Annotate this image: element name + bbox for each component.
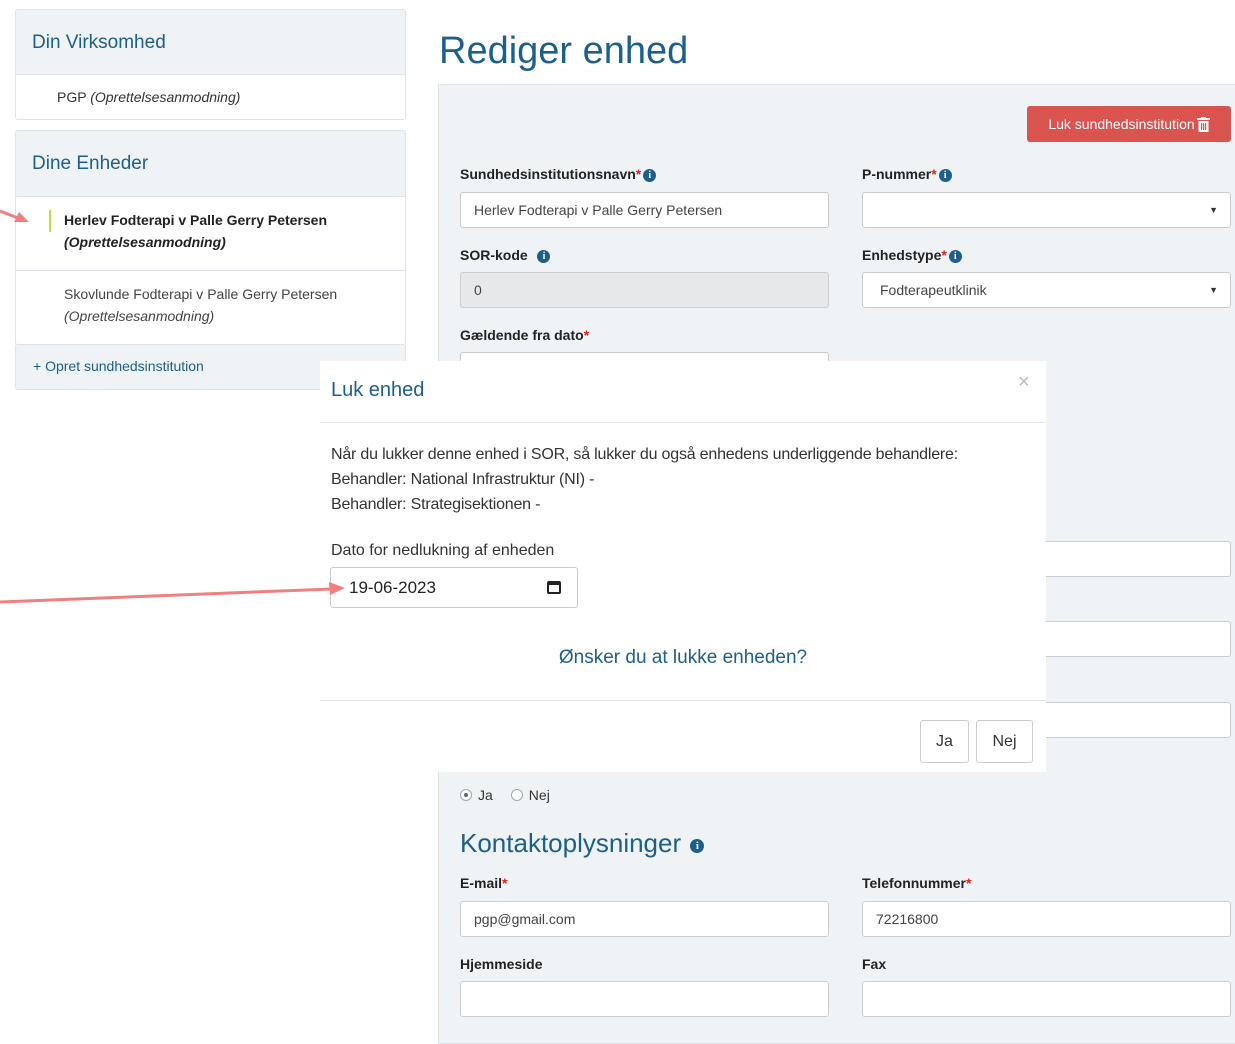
info-icon[interactable]: i — [537, 250, 551, 263]
close-date-label: Dato for nedlukning af enheden — [331, 542, 555, 559]
unit-item-name: Skovlunde Fodterapi v Palle Gerry Peters… — [64, 286, 338, 302]
institution-name-label-text: Sundhedsinstitutionsnavn — [460, 166, 636, 182]
modal-no-button[interactable]: Nej — [976, 720, 1033, 763]
radio-no-label: Nej — [528, 787, 550, 803]
modal-body-line: Behandler: National Infrastruktur (NI) - — [331, 471, 595, 488]
unit-item-status: (Oprettelsesanmodning) — [64, 308, 215, 324]
institution-name-value: Herlev Fodterapi v Palle Gerry Petersen — [474, 202, 723, 218]
caret-down-icon: ▼ — [1209, 205, 1218, 215]
institution-name-label: Sundhedsinstitutionsnavn* i — [460, 166, 657, 182]
valid-from-label-text: Gældende fra dato — [460, 327, 584, 343]
email-label: E-mail* — [460, 875, 507, 891]
email-label-text: E-mail — [460, 875, 503, 891]
calendar-icon[interactable] — [547, 581, 561, 594]
units-panel-heading: Dine Enheder — [16, 131, 405, 197]
close-institution-label: Luk sundhedsinstitution — [1048, 116, 1195, 132]
modal-body-line: Behandler: Strategisektionen - — [331, 496, 541, 513]
p-number-label: P-nummer* i — [862, 166, 952, 182]
close-date-input[interactable]: 19-06-2023 — [330, 567, 578, 608]
valid-from-label: Gældende fra dato* — [460, 327, 589, 343]
company-panel: Din Virksomhed PGP (Oprettelsesanmodning… — [15, 9, 406, 120]
email-input[interactable]: pgp@gmail.com — [460, 901, 829, 937]
modal-body-line: Når du lukker denne enhed i SOR, så lukk… — [331, 446, 959, 463]
website-input[interactable] — [460, 981, 829, 1017]
sor-code-label: SOR-kode i — [460, 247, 551, 263]
sor-code-label-text: SOR-kode — [460, 247, 528, 263]
active-marker — [49, 210, 51, 232]
required-asterisk: * — [965, 875, 972, 891]
required-asterisk: * — [583, 327, 590, 343]
arrow-annotation — [0, 582, 345, 604]
close-unit-modal: Luk enhed × Når du lukker denne enhed i … — [320, 361, 1046, 772]
close-date-value: 19-06-2023 — [349, 577, 436, 597]
yes-no-radio-group: Ja Nej — [460, 787, 550, 803]
email-value: pgp@gmail.com — [474, 911, 576, 927]
close-institution-button[interactable]: Luk sundhedsinstitution — [1027, 106, 1231, 142]
phone-label: Telefonnummer* — [862, 875, 971, 891]
page-title: Rediger enhed — [439, 30, 689, 72]
sor-code-value: 0 — [474, 282, 482, 298]
modal-yes-button[interactable]: Ja — [920, 720, 969, 763]
contact-title-text: Kontaktoplysninger — [460, 828, 682, 858]
info-icon[interactable]: i — [948, 250, 962, 263]
contact-section-title: Kontaktoplysninger i — [460, 828, 705, 859]
units-panel: Dine Enheder Herlev Fodterapi v Palle Ge… — [15, 130, 406, 345]
unit-type-label-text: Enhedstype — [862, 247, 942, 263]
institution-name-input[interactable]: Herlev Fodterapi v Palle Gerry Petersen — [460, 192, 829, 228]
modal-footer-divider — [320, 700, 1046, 701]
required-asterisk: * — [941, 247, 947, 263]
company-item-status: (Oprettelsesanmodning) — [90, 89, 241, 105]
sor-code-input: 0 — [460, 272, 829, 308]
p-number-label-text: P-nummer — [862, 166, 932, 182]
modal-body: Når du lukker denne enhed i SOR, så lukk… — [331, 442, 958, 517]
modal-header-divider — [320, 422, 1046, 423]
close-icon[interactable]: × — [1018, 371, 1030, 394]
radio-yes[interactable] — [460, 789, 472, 801]
company-item-name: PGP — [57, 89, 87, 105]
unit-type-select[interactable]: Fodterapeutklinik ▼ — [862, 272, 1231, 308]
unit-item-skovlunde[interactable]: Skovlunde Fodterapi v Palle Gerry Peters… — [16, 271, 405, 344]
unit-type-label: Enhedstype* i — [862, 247, 962, 263]
info-icon[interactable]: i — [690, 839, 705, 853]
radio-no[interactable] — [510, 789, 523, 801]
radio-yes-label: Ja — [478, 787, 493, 803]
phone-input[interactable]: 72216800 — [862, 901, 1231, 937]
caret-down-icon: ▼ — [1209, 285, 1218, 295]
required-asterisk: * — [635, 166, 642, 182]
unit-item-name: Herlev Fodterapi v Palle Gerry Petersen — [64, 212, 328, 228]
unit-item-herlev[interactable]: Herlev Fodterapi v Palle Gerry Petersen … — [16, 197, 405, 271]
phone-value: 72216800 — [876, 911, 939, 927]
required-asterisk: * — [931, 166, 937, 182]
info-icon[interactable]: i — [643, 169, 657, 182]
fax-label: Fax — [862, 956, 887, 972]
modal-title: Luk enhed — [331, 379, 425, 401]
company-panel-heading: Din Virksomhed — [16, 10, 405, 75]
phone-label-text: Telefonnummer — [862, 875, 966, 891]
website-label: Hjemmeside — [460, 956, 543, 972]
required-asterisk: * — [502, 875, 508, 891]
confirm-question: Ønsker du at lukke enheden? — [558, 647, 808, 668]
trash-icon — [1196, 116, 1210, 132]
fax-input[interactable] — [862, 981, 1231, 1017]
unit-type-value: Fodterapeutklinik — [880, 282, 987, 298]
p-number-select[interactable]: ▼ — [862, 192, 1231, 228]
company-item[interactable]: PGP (Oprettelsesanmodning) — [16, 75, 405, 119]
info-icon[interactable]: i — [938, 169, 952, 182]
unit-item-status: (Oprettelsesanmodning) — [64, 234, 226, 250]
